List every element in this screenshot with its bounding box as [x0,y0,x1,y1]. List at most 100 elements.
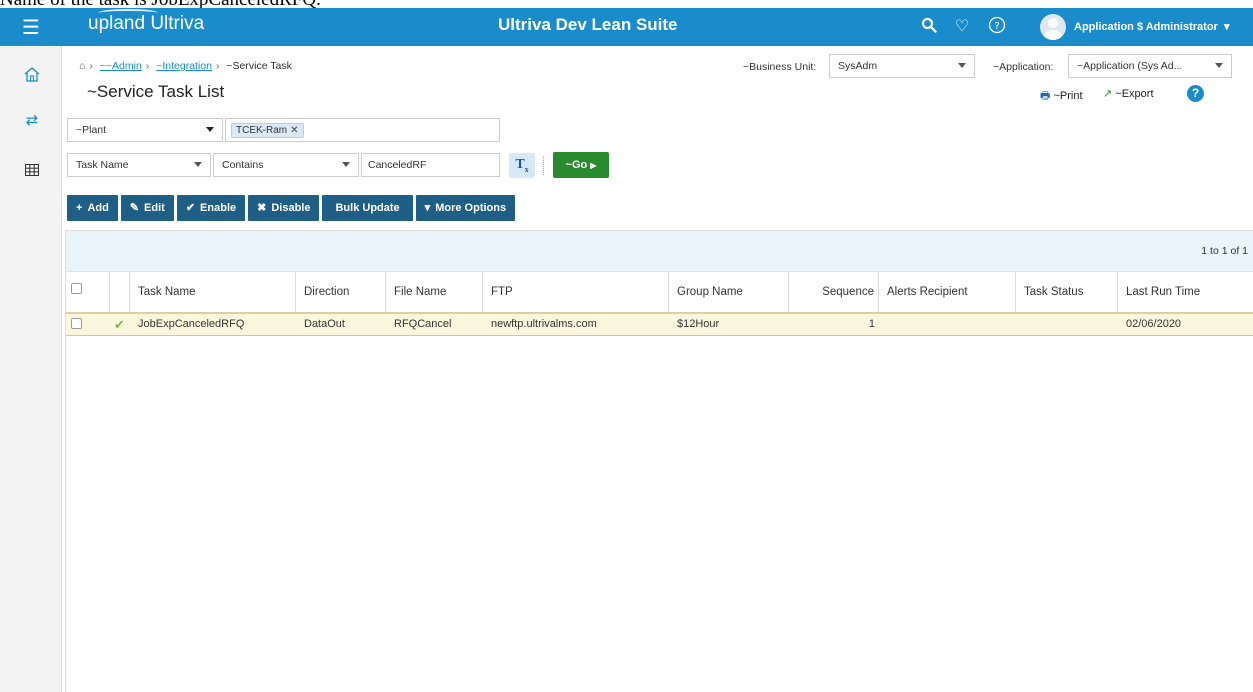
cell-last-run-time: 02/06/2020 [1126,318,1182,330]
remove-chip-icon[interactable]: ✕ [290,125,298,136]
toolbar: + Add ✎ Edit ✔ Enable ✖ Disable Bulk Update … [67,195,516,221]
edit-icon: ✎ [129,202,140,214]
filter-field-select[interactable]: Task Name [67,153,211,177]
chevron-down-icon: ▾ [1220,21,1230,33]
print-link[interactable]: 🖶 ~Print [1040,87,1083,106]
edit-button[interactable]: ✎ Edit [120,195,174,221]
cell-file-name: RFQCancel [394,318,452,330]
sidebar: ⇄ [0,46,62,692]
application-select[interactable]: ~Application (Sys Ad... [1068,54,1232,78]
printer-icon: 🖶 [1040,90,1051,102]
instruction-caption: Name of the task is JobExpCanceledRFQ. [0,0,1253,8]
app-title: Ultriva Dev Lean Suite [498,15,678,34]
go-button[interactable]: ~Go ▶ [553,152,609,178]
grid-pager-bar: 1 to 1 of 1 [66,231,1253,272]
transfer-icon[interactable]: ⇄ [22,110,42,130]
print-label: ~Print [1053,90,1083,102]
status-icon-column [110,272,130,312]
enable-button[interactable]: ✔ Enable [176,195,246,221]
grid-header: Task Name Direction File Name FTP Group … [66,272,1253,314]
table-row[interactable]: ✔ JobExpCanceledRFQ DataOut RFQCancel ne… [66,314,1253,336]
chevron-down-icon [342,162,350,167]
row-checkbox[interactable] [71,318,82,329]
cell-group-name: $12Hour [677,318,720,330]
pager-info: 1 to 1 of 1 [1201,245,1248,257]
filter-value-input[interactable]: CanceledRF [361,153,500,177]
help-icon[interactable]: ? [1187,85,1204,102]
user-menu[interactable]: Application $ Administrator ▾ [1074,20,1229,33]
cell-task-status [1016,314,1024,335]
avatar[interactable] [1040,14,1066,40]
column-sequence[interactable]: Sequence [789,272,879,312]
filter-operator-value: Contains [222,159,264,171]
cell-direction: DataOut [304,318,345,330]
disable-label: Disable [271,202,311,214]
search-icon[interactable] [917,13,941,37]
breadcrumb-admin-link[interactable]: ~~Admin [100,60,142,72]
business-unit-label: ~Business Unit: [743,61,817,73]
column-task-status[interactable]: Task Status [1016,272,1118,312]
plus-icon: + [76,202,83,214]
clear-filter-icon[interactable]: Tx [509,153,535,178]
breadcrumb-integration-link[interactable]: ~Integration [156,60,212,72]
heart-icon[interactable]: ♡ [950,13,974,37]
top-bar: ☰ upland Ultriva Ultriva Dev Lean Suite … [0,8,1253,46]
plant-chip: TCEK-Ram ✕ [231,123,304,138]
chevron-down-icon [1215,63,1223,68]
hamburger-icon[interactable]: ☰ [0,8,62,46]
cell-task-name: JobExpCanceledRFQ [138,318,245,330]
disable-button[interactable]: ✖ Disable [248,195,320,221]
caret-down-icon: ▾ [424,202,431,214]
column-group-name[interactable]: Group Name [669,272,789,312]
check-icon: ✔ [185,202,196,214]
edit-label: Edit [144,202,165,214]
column-file-name[interactable]: File Name [386,272,483,312]
cell-sequence: 1 [868,318,875,330]
business-unit-select[interactable]: SysAdm [829,54,975,78]
filter-value-text: CanceledRF [368,159,427,171]
select-all-checkbox[interactable] [71,283,82,294]
grid-icon[interactable] [22,160,42,180]
user-name: Application $ Administrator [1074,21,1218,33]
filter-field-value: Task Name [76,159,129,171]
more-options-button[interactable]: ▾ More Options [415,195,516,221]
help-circle-icon[interactable]: ? [985,13,1009,37]
export-label: ~Export [1115,88,1154,100]
divider [543,156,544,175]
cell-alerts-recipient [879,314,887,335]
external-link-icon: ↗ [1103,88,1113,100]
home-icon[interactable] [22,64,42,84]
chevron-down-icon [194,162,202,167]
home-icon[interactable]: ⌂ [79,60,85,72]
column-direction[interactable]: Direction [296,272,386,312]
plant-field-select[interactable]: ~Plant [67,118,223,142]
add-button[interactable]: + Add [67,195,118,221]
page-title: ~Service Task List [87,82,225,101]
cell-ftp: newftp.ultrivalms.com [491,318,597,330]
breadcrumb-current: ~Service Task [226,60,292,72]
column-ftp[interactable]: FTP [483,272,669,312]
column-task-name[interactable]: Task Name [130,272,296,312]
filter-operator-select[interactable]: Contains [213,153,359,177]
select-all-cell [66,272,110,312]
bulk-update-label: Bulk Update [335,202,400,214]
add-label: Add [87,202,109,214]
bulk-update-button[interactable]: Bulk Update [322,195,413,221]
service-task-grid: 1 to 1 of 1 Task Name Direction File Nam… [65,230,1253,692]
business-unit-value: SysAdm [838,60,878,72]
chevron-down-icon [206,127,214,132]
caret-right-icon: ▶ [590,161,597,170]
plant-chip-label: TCEK-Ram [236,125,288,136]
column-last-run-time[interactable]: Last Run Time [1118,272,1253,312]
brand-logo[interactable]: upland Ultriva [88,13,204,35]
export-link[interactable]: ↗ ~Export [1103,87,1154,100]
column-alerts-recipient[interactable]: Alerts Recipient [879,272,1016,312]
plant-field-value: ~Plant [76,124,107,136]
active-check-icon: ✔ [114,317,125,332]
plant-multiselect[interactable]: TCEK-Ram ✕ [225,118,500,142]
chevron-down-icon [958,63,966,68]
breadcrumb: ⌂ › ~~Admin › ~Integration › ~Service Task [79,60,292,72]
application-label: ~Application: [993,61,1054,73]
enable-label: Enable [200,202,237,214]
svg-text:?: ? [994,21,999,32]
